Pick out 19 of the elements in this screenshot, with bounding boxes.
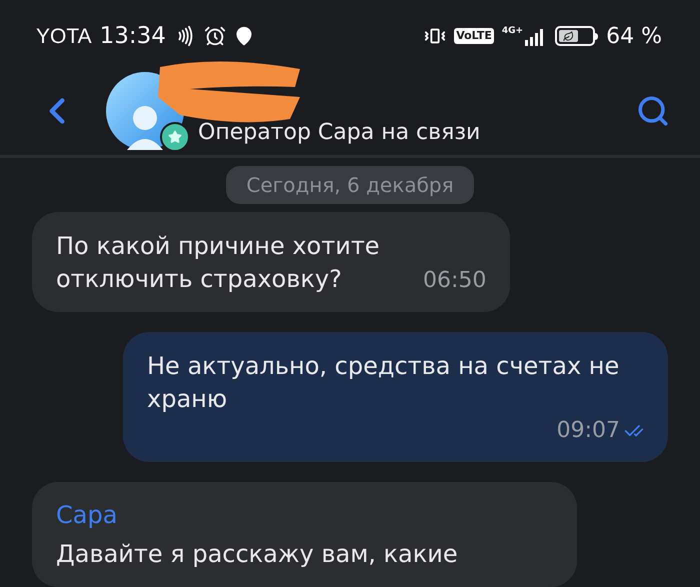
- message-time: 09:07: [556, 417, 620, 445]
- carrier-name: YOTA: [36, 24, 92, 50]
- volte-label: VoLTE: [454, 28, 494, 44]
- clock: 13:34: [100, 22, 166, 52]
- sender-name: Сара: [56, 500, 118, 530]
- message-time: 06:50: [423, 267, 486, 295]
- message-text: По какой причине хотите отключить страховку?: [56, 231, 381, 295]
- message-text: Давайте я расскажу вам, какие: [56, 539, 458, 570]
- search-icon: [636, 94, 670, 128]
- network-type: 4G+: [502, 26, 524, 36]
- message-text: Не актуально, средства на счетах не храню: [147, 351, 620, 415]
- date-badge: Сегодня, 6 декабря: [226, 166, 474, 204]
- search-button[interactable]: [636, 94, 670, 128]
- operator-status: Оператор Сара на связи: [198, 119, 480, 148]
- alarm-icon: [204, 25, 226, 48]
- location-icon: [234, 26, 254, 46]
- star-badge-icon: [160, 122, 190, 152]
- battery-icon: [555, 26, 598, 46]
- battery-percent: 64 %: [606, 22, 662, 51]
